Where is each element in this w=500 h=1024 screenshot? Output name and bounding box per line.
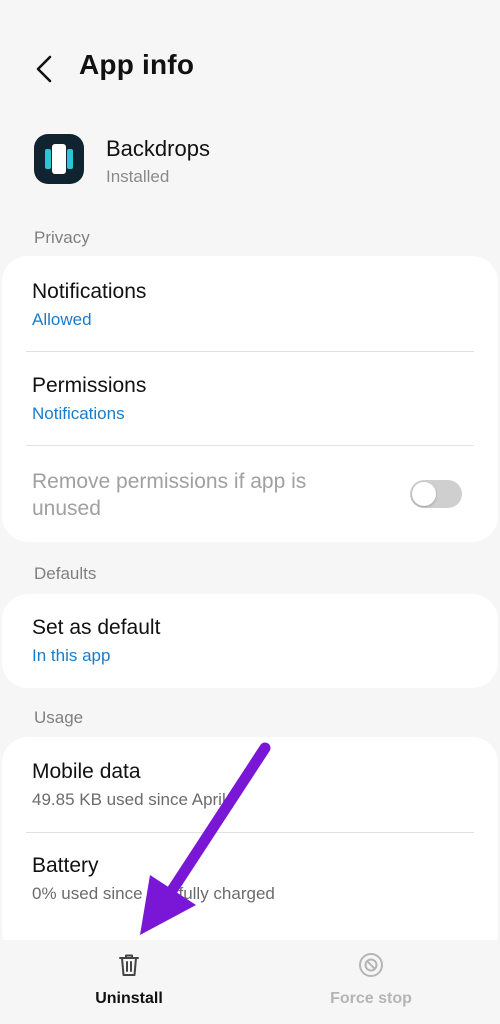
remove-permissions-line2: unused [32, 497, 101, 520]
app-icon [34, 134, 84, 184]
mobile-data-item[interactable]: Mobile data 49.85 KB used since April [32, 760, 468, 810]
stop-icon [359, 953, 383, 977]
toggle-knob [412, 482, 436, 506]
permissions-value: Notifications [32, 404, 125, 423]
bottom-action-bar: Uninstall Force stop [0, 940, 500, 1024]
section-label-usage: Usage [34, 708, 84, 727]
app-install-status: Installed [106, 167, 170, 186]
battery-item[interactable]: Battery 0% used since last fully charged [32, 854, 468, 904]
mobile-data-value: 49.85 KB used since April [32, 790, 226, 809]
divider [26, 351, 474, 352]
remove-permissions-item[interactable]: Remove permissions if app is unused [32, 468, 390, 522]
permissions-item[interactable]: Permissions Notifications [32, 374, 468, 424]
battery-value: 0% used since last fully charged [32, 884, 275, 903]
force-stop-label: Force stop [330, 990, 412, 1007]
force-stop-button[interactable]: Force stop [291, 950, 451, 1020]
remove-permissions-line1: Remove permissions if app is [32, 470, 307, 493]
uninstall-label: Uninstall [95, 990, 163, 1007]
remove-permissions-toggle[interactable] [410, 480, 462, 508]
app-name: Backdrops [106, 136, 210, 161]
set-as-default-value: In this app [32, 646, 111, 665]
section-label-privacy: Privacy [34, 228, 90, 247]
notifications-value: Allowed [32, 310, 92, 329]
app-bar: App info [0, 40, 500, 100]
notifications-title: Notifications [32, 280, 147, 303]
mobile-data-title: Mobile data [32, 760, 141, 783]
page-title: App info [79, 49, 195, 80]
battery-title: Battery [32, 854, 99, 877]
trash-icon [119, 954, 139, 976]
notifications-item[interactable]: Notifications Allowed [32, 280, 468, 330]
permissions-title: Permissions [32, 374, 147, 397]
set-as-default-title: Set as default [32, 616, 161, 639]
section-label-defaults: Defaults [34, 564, 97, 583]
back-arrow-icon[interactable] [28, 52, 62, 86]
divider [26, 832, 474, 833]
uninstall-button[interactable]: Uninstall [49, 950, 209, 1020]
divider [26, 445, 474, 446]
set-as-default-item[interactable]: Set as default In this app [32, 616, 468, 666]
app-header: Backdrops Installed [34, 134, 474, 194]
